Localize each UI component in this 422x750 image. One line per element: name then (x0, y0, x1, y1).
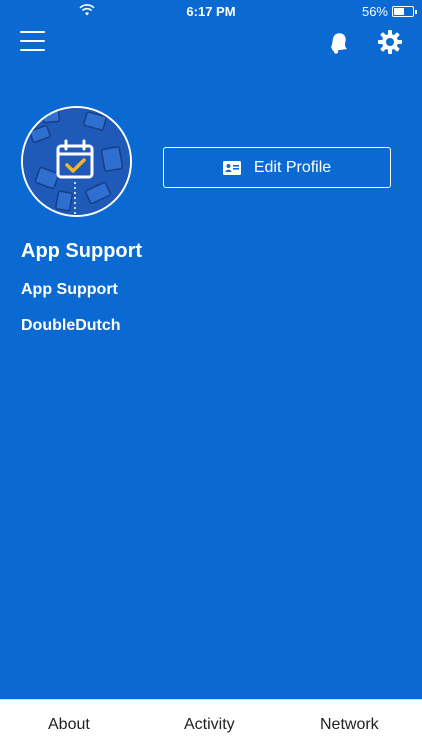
tab-bar: About Activity Network (0, 699, 422, 750)
edit-profile-label: Edit Profile (253, 158, 332, 176)
profile-title: App Support (21, 281, 118, 298)
battery-icon (392, 6, 417, 17)
battery-percent: 56% (361, 4, 388, 19)
tab-about[interactable]: About (48, 716, 90, 734)
status-time: 6:17 PM (186, 4, 236, 19)
id-card-icon (222, 160, 241, 175)
tab-network[interactable]: Network (320, 716, 379, 734)
menu-icon[interactable] (20, 31, 45, 51)
calendar-check-icon (23, 108, 130, 215)
bell-icon[interactable] (325, 29, 351, 55)
profile-name: App Support (21, 240, 143, 262)
edit-profile-button[interactable]: Edit Profile (163, 147, 391, 188)
tab-activity[interactable]: Activity (184, 716, 235, 734)
status-bar: 6:17 PM 56% (0, 0, 422, 22)
gear-icon[interactable] (377, 29, 403, 55)
profile-company: DoubleDutch (21, 317, 121, 334)
avatar[interactable] (21, 106, 132, 217)
